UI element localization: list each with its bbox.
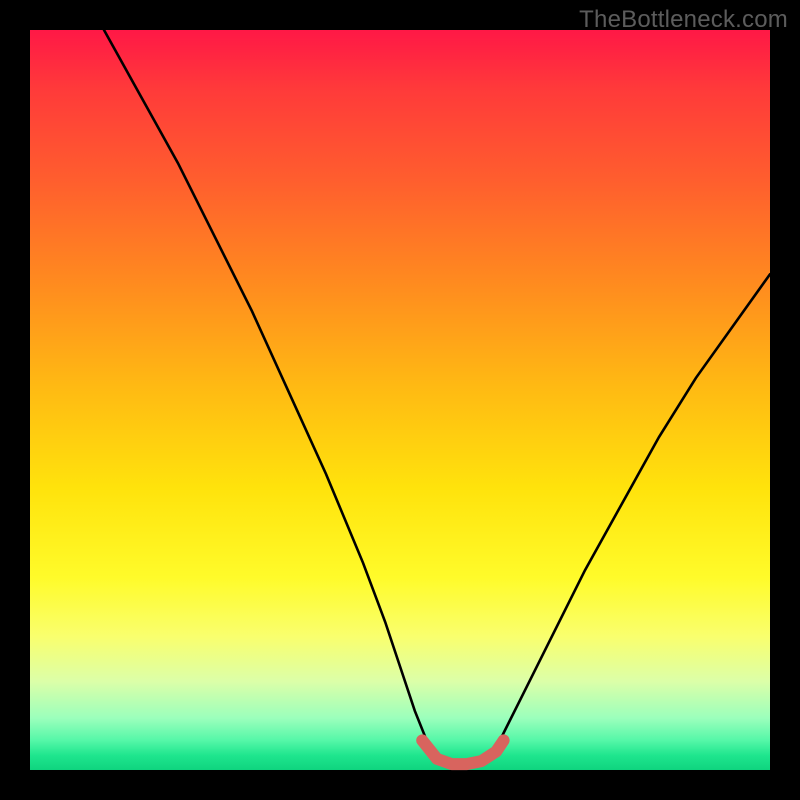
curve-left-branch <box>104 30 430 748</box>
chart-svg <box>30 30 770 770</box>
curve-basin <box>422 740 503 764</box>
chart-frame: TheBottleneck.com <box>0 0 800 800</box>
plot-area <box>30 30 770 770</box>
curve-right-branch <box>496 274 770 748</box>
watermark-text: TheBottleneck.com <box>579 6 788 34</box>
